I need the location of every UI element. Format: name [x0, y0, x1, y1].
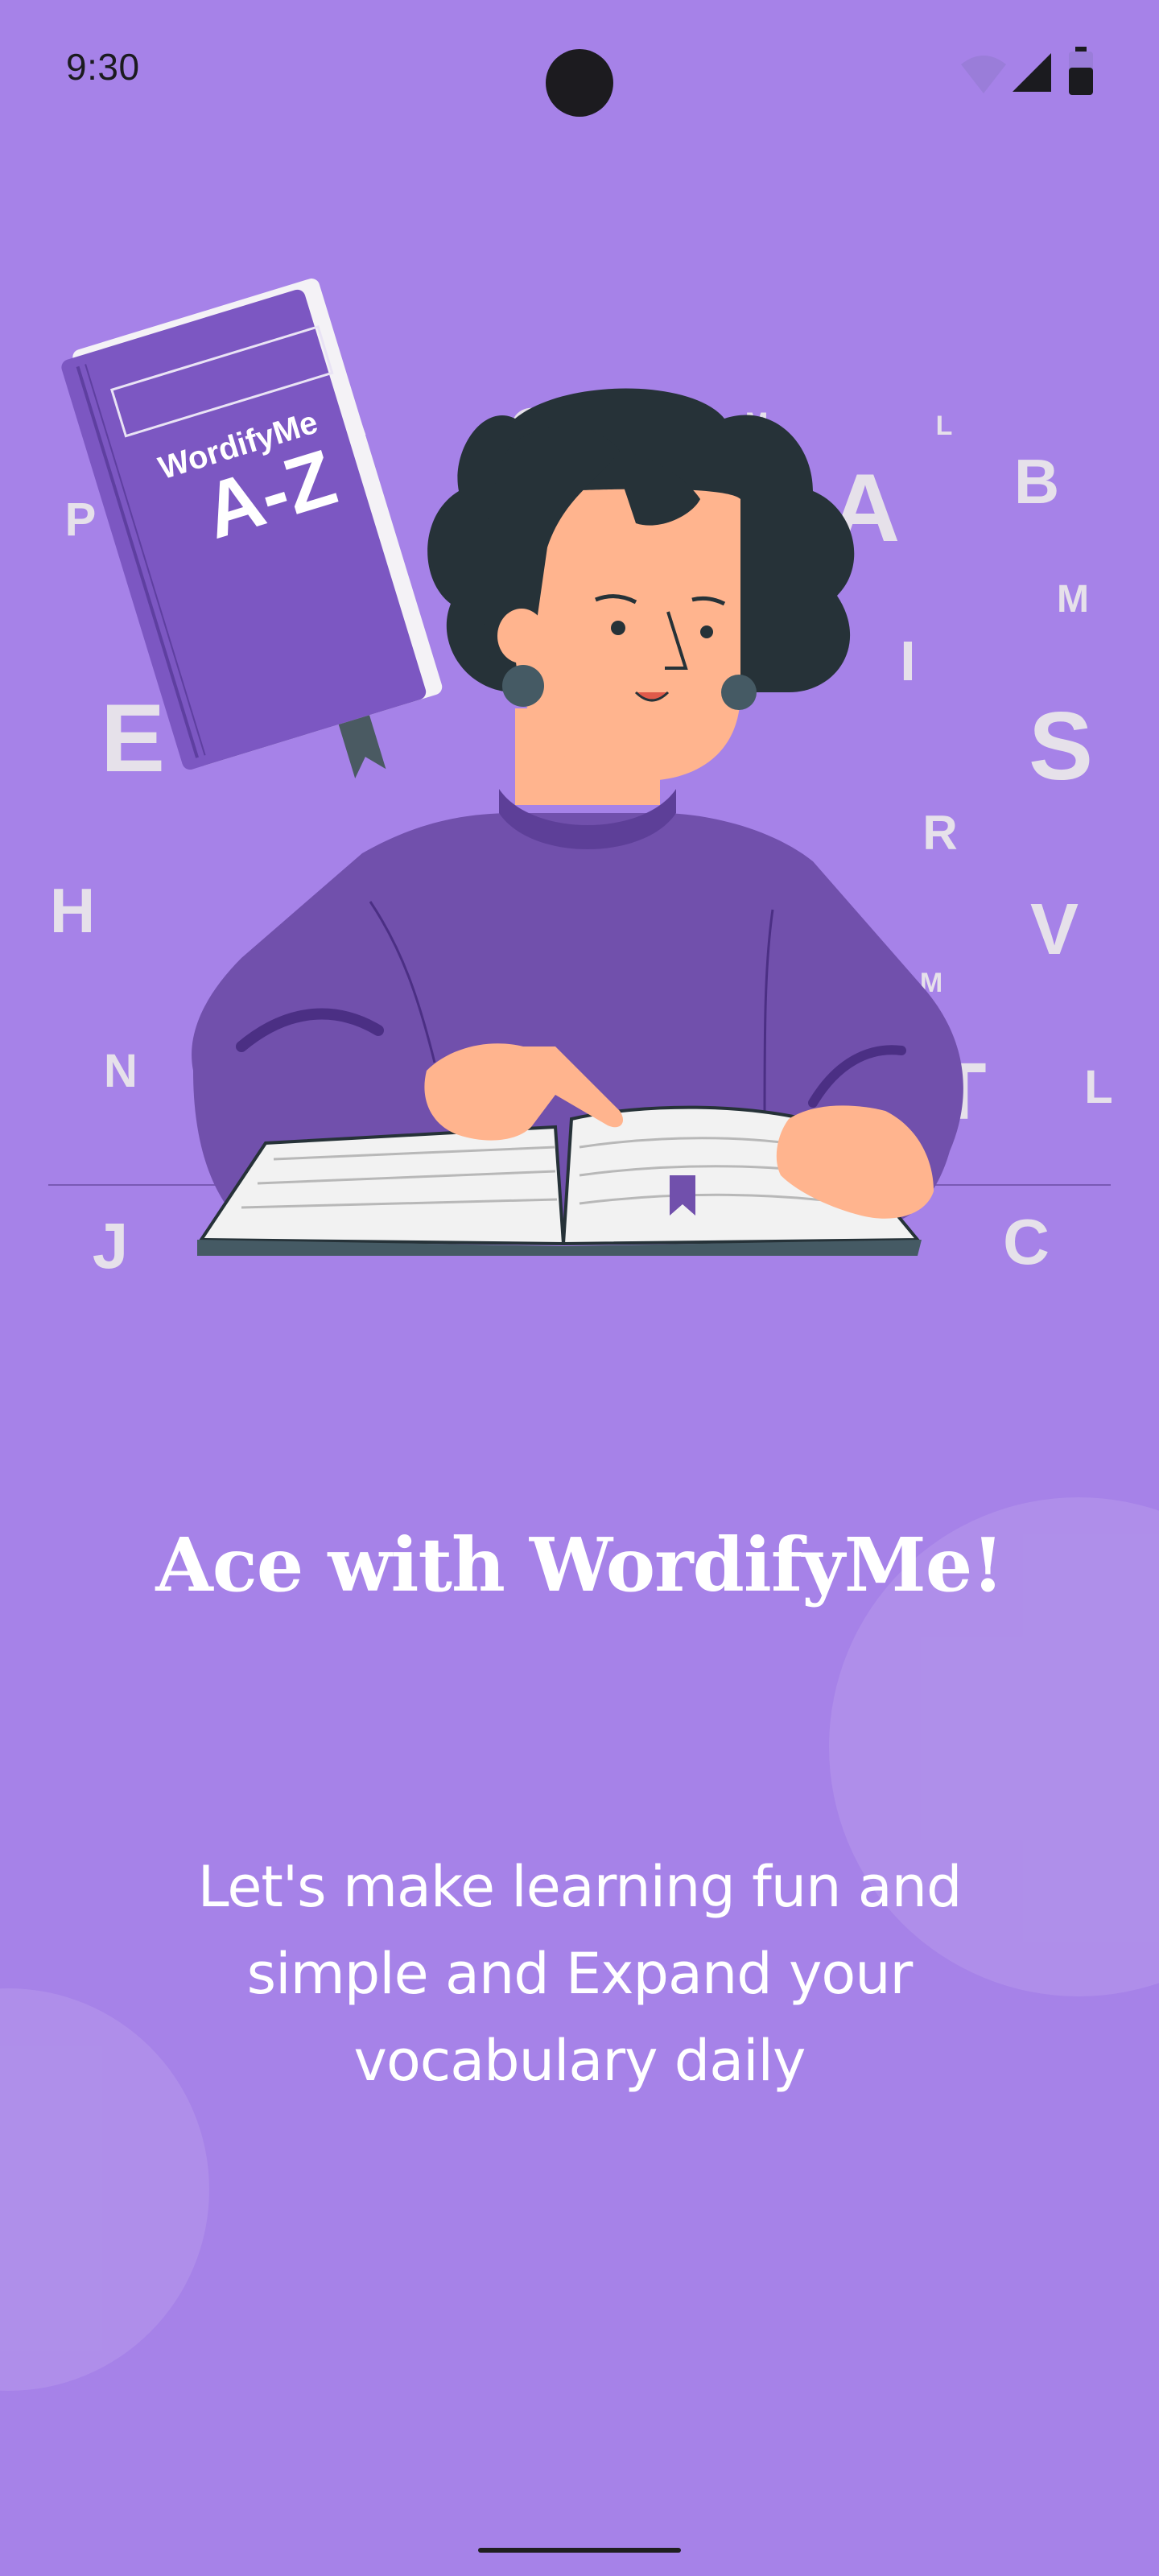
floating-letter: B — [1014, 446, 1059, 517]
floating-letter: P — [65, 493, 97, 546]
status-time: 9:30 — [66, 46, 140, 88]
home-indicator[interactable] — [478, 2548, 681, 2553]
hero-illustration: AOMLZPULYABMEDVISRHCBMVNKFSTLJC WordifyM… — [48, 279, 1113, 1272]
floating-letter: S — [1029, 692, 1093, 800]
wifi-icon — [961, 56, 1006, 93]
floating-letter: E — [101, 684, 165, 792]
floating-letter: H — [50, 875, 95, 946]
floating-letter: J — [93, 1210, 129, 1272]
camera-cutout — [546, 49, 613, 117]
status-icons — [958, 47, 1103, 98]
status-bar: 9:30 — [0, 0, 1159, 145]
subtitle-line: simple and Expand your — [246, 1941, 914, 2007]
subtitle-line: Let's make learning fun and — [197, 1854, 963, 1920]
floating-letter: M — [1057, 578, 1089, 621]
floating-letter: L — [1084, 1061, 1112, 1113]
floating-letter: L — [936, 411, 953, 441]
battery-icon — [1069, 47, 1093, 95]
cellular-signal-icon — [1013, 53, 1051, 92]
floating-letter: C — [1003, 1206, 1050, 1272]
subtitle-line: vocabulary daily — [353, 2028, 806, 2094]
headline: Ace with WordifyMe! — [155, 1521, 1004, 1608]
floating-letter: I — [900, 630, 915, 692]
floating-letter: R — [922, 806, 957, 860]
onboarding-screen: 9:30 AOMLZPULYABMEDVISRHCBMVNKFSTLJC — [0, 0, 1159, 2576]
floating-letter: V — [1030, 890, 1079, 970]
floating-letter: N — [104, 1045, 138, 1097]
subtitle: Let's make learning fun and simple and E… — [145, 1843, 1014, 2104]
